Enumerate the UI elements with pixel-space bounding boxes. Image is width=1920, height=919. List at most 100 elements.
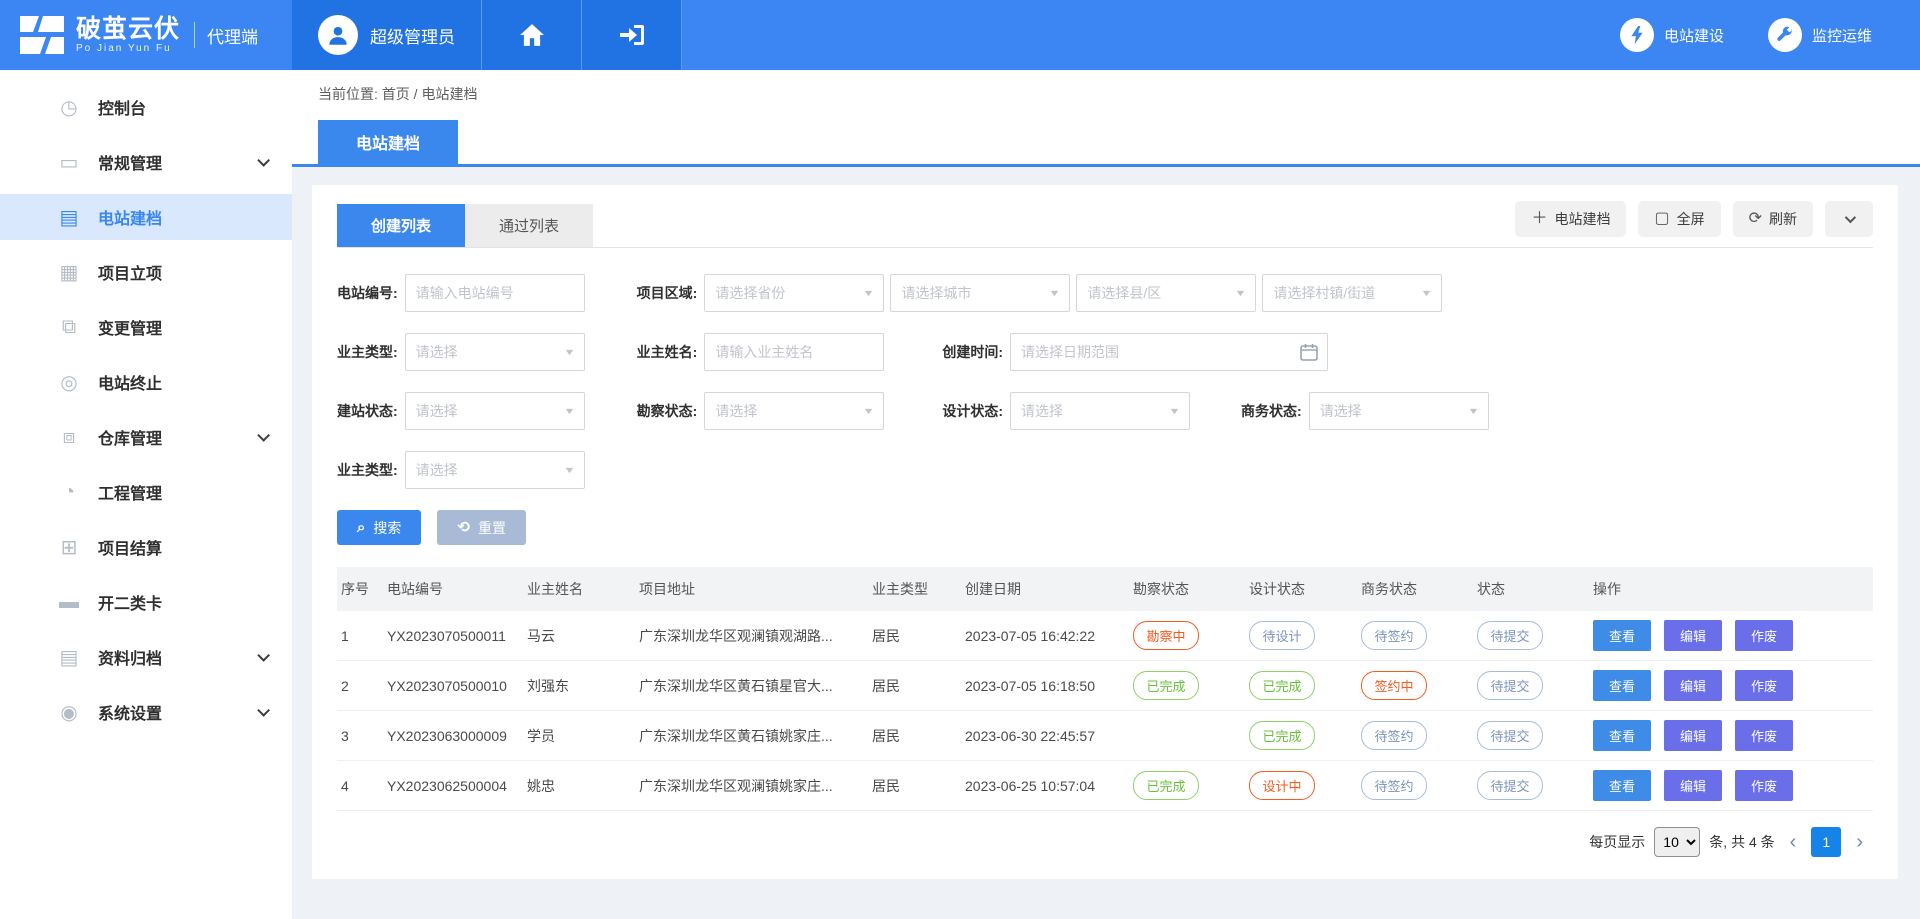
filter-panel: 电站编号: 项目区域: 请选择省份 ▼ 请选择城市 ▼ 请选择县/区 ▼ (337, 248, 1873, 545)
user-icon (325, 22, 351, 48)
sidebar-item-station-filing[interactable]: ▤ 电站建档 (0, 194, 292, 240)
sidebar-item-change-management[interactable]: ⧉ 变更管理 (0, 304, 292, 350)
status-badge: 待签约 (1361, 721, 1427, 750)
sidebar-item-data-archive[interactable]: ▤ 资料归档 (0, 634, 292, 680)
status-badge: 待签约 (1361, 621, 1427, 650)
business-status-select[interactable]: 请选择 ▼ (1309, 392, 1489, 430)
status-badge: 已完成 (1133, 771, 1199, 800)
next-page-icon[interactable]: › (1850, 832, 1869, 852)
breadcrumb-home[interactable]: 首页 (382, 86, 410, 102)
station-no-input[interactable] (405, 274, 585, 312)
status-badge: 已完成 (1249, 721, 1315, 750)
status-badge: 待提交 (1477, 671, 1543, 700)
owner-type-select[interactable]: 请选择 ▼ (405, 333, 585, 371)
page-title-tab[interactable]: 电站建档 (318, 120, 458, 164)
search-icon: ⌕ (357, 520, 365, 535)
sidebar-item-station-termination[interactable]: ◎ 电站终止 (0, 359, 292, 405)
caret-down-icon: ▼ (1168, 406, 1180, 416)
brand-title: 破茧云伏 (76, 16, 180, 42)
design-status-label: 设计状态: (942, 401, 1003, 421)
caret-down-icon: ▼ (1235, 288, 1247, 298)
view-button[interactable]: 查看 (1593, 620, 1651, 651)
caret-down-icon: ▼ (1467, 406, 1479, 416)
user-menu[interactable]: 超级管理员 (292, 0, 482, 70)
reset-button[interactable]: ⟲ 重置 (437, 510, 526, 545)
province-select[interactable]: 请选择省份 ▼ (704, 274, 884, 312)
county-select[interactable]: 请选择县/区 ▼ (1076, 274, 1256, 312)
sidebar-item-console[interactable]: ◷ 控制台 (0, 84, 292, 130)
home-button[interactable] (482, 0, 582, 70)
refresh-button[interactable]: ⟳ 刷新 (1733, 201, 1813, 237)
monitor-icon: ▭ (56, 150, 82, 175)
view-button[interactable]: 查看 (1593, 670, 1651, 701)
dashboard-icon: ◷ (56, 95, 82, 120)
chevron-down-icon (257, 154, 270, 167)
nav-station-construction[interactable]: 电站建设 (1620, 18, 1724, 52)
gauge-icon: ◔ (56, 481, 82, 504)
sidebar-item-project-settlement[interactable]: ⊞ 项目结算 (0, 524, 292, 570)
survey-status-select[interactable]: 请选择 ▼ (704, 392, 884, 430)
edit-button[interactable]: 编辑 (1664, 720, 1722, 751)
nav-monitoring-ops-label: 监控运维 (1812, 25, 1872, 46)
sidebar-item-project-initiation[interactable]: ▦ 项目立项 (0, 249, 292, 295)
date-range-input[interactable]: 请选择日期范围 (1010, 333, 1328, 371)
calendar-icon (1300, 343, 1318, 361)
pagination: 每页显示 10 条, 共 4 条 ‹ 1 › (337, 811, 1873, 861)
fullscreen-button[interactable]: ▢ 全屏 (1638, 201, 1720, 237)
view-button[interactable]: 查看 (1593, 770, 1651, 801)
search-button[interactable]: ⌕ 搜索 (337, 510, 421, 545)
lightning-icon (1620, 18, 1654, 52)
content-card: 创建列表 通过列表 ＋ 电站建档 ▢ 全屏 ⟳ 刷新 (312, 185, 1898, 879)
nav-monitoring-ops[interactable]: 监控运维 (1768, 18, 1872, 52)
user-name: 超级管理员 (370, 23, 455, 48)
void-button[interactable]: 作废 (1735, 720, 1793, 751)
void-button[interactable]: 作废 (1735, 620, 1793, 651)
view-button[interactable]: 查看 (1593, 720, 1651, 751)
town-select[interactable]: 请选择村镇/街道 ▼ (1262, 274, 1442, 312)
status-badge: 签约中 (1361, 671, 1427, 700)
region-label: 项目区域: (637, 283, 698, 303)
status-badge: 待提交 (1477, 721, 1543, 750)
prev-page-icon[interactable]: ‹ (1784, 832, 1803, 852)
chevron-down-icon (1845, 212, 1856, 223)
breadcrumb-label: 当前位置: (318, 86, 378, 102)
survey-status-label: 勘察状态: (637, 401, 698, 421)
status-badge: 待设计 (1249, 621, 1315, 650)
tabs-row: 创建列表 通过列表 ＋ 电站建档 ▢ 全屏 ⟳ 刷新 (337, 185, 1873, 248)
edit-button[interactable]: 编辑 (1664, 670, 1722, 701)
refresh-icon: ⟳ (1749, 211, 1762, 227)
sidebar-item-engineering-management[interactable]: ◔ 工程管理 (0, 469, 292, 515)
sidebar-item-general-management[interactable]: ▭ 常规管理 (0, 139, 292, 185)
current-page-button[interactable]: 1 (1811, 827, 1841, 857)
briefcase-icon: ▦ (56, 260, 82, 285)
home-icon (519, 23, 545, 47)
void-button[interactable]: 作废 (1735, 670, 1793, 701)
tab-passed-list[interactable]: 通过列表 (465, 204, 593, 247)
create-time-label: 创建时间: (942, 342, 1003, 362)
edit-button[interactable]: 编辑 (1664, 620, 1722, 651)
caret-down-icon: ▼ (863, 288, 875, 298)
sidebar-item-system-settings[interactable]: ◉ 系统设置 (0, 689, 292, 735)
design-status-select[interactable]: 请选择 ▼ (1010, 392, 1190, 430)
owner-name-input[interactable] (704, 333, 884, 371)
per-page-select[interactable]: 10 (1654, 827, 1700, 857)
void-button[interactable]: 作废 (1735, 770, 1793, 801)
sidebar-item-type2-card[interactable]: ▬ 开二类卡 (0, 579, 292, 625)
stop-circle-icon: ◎ (56, 370, 82, 395)
add-station-button[interactable]: ＋ 电站建档 (1515, 201, 1626, 237)
logo-icon (20, 16, 64, 54)
logout-button[interactable] (582, 0, 682, 70)
build-status-select[interactable]: 请选择 ▼ (405, 392, 585, 430)
collapse-button[interactable] (1825, 201, 1873, 237)
edit-button[interactable]: 编辑 (1664, 770, 1722, 801)
city-select[interactable]: 请选择城市 ▼ (890, 274, 1070, 312)
tab-create-list[interactable]: 创建列表 (337, 204, 465, 247)
wrench-icon (1768, 18, 1802, 52)
card-icon: ▬ (56, 591, 82, 614)
document-icon: ▤ (56, 205, 82, 230)
chevron-down-icon (257, 704, 270, 717)
owner-type2-select[interactable]: 请选择 ▼ (405, 451, 585, 489)
sidebar-item-warehouse-management[interactable]: ⧈ 仓库管理 (0, 414, 292, 460)
per-page-label: 每页显示 (1589, 832, 1645, 852)
status-badge: 待提交 (1477, 771, 1543, 800)
